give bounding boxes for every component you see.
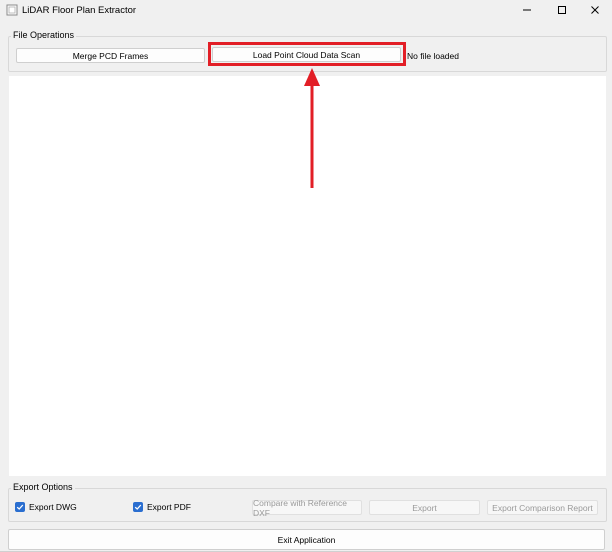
close-icon: [591, 6, 599, 14]
app-icon: [6, 4, 18, 16]
checkbox-checked-icon: [133, 502, 143, 512]
minimize-icon: [523, 9, 531, 11]
close-button[interactable]: [578, 0, 612, 20]
window-title: LiDAR Floor Plan Extractor: [22, 5, 137, 16]
export-options-title: Export Options: [11, 482, 75, 492]
export-pdf-checkbox[interactable]: Export PDF: [133, 502, 191, 512]
exit-application-button[interactable]: Exit Application: [8, 529, 605, 550]
highlight-box: [208, 42, 406, 66]
title-bar: LiDAR Floor Plan Extractor: [0, 0, 612, 20]
export-pdf-label: Export PDF: [147, 502, 191, 512]
compare-reference-dxf-button[interactable]: Compare with Reference DXF: [252, 498, 362, 518]
arrow-up-icon: [304, 68, 320, 188]
maximize-button[interactable]: [545, 0, 579, 20]
export-comparison-report-button[interactable]: Export Comparison Report: [487, 500, 598, 515]
export-dwg-checkbox[interactable]: Export DWG: [15, 502, 77, 512]
export-dwg-label: Export DWG: [29, 502, 77, 512]
checkbox-checked-icon: [15, 502, 25, 512]
minimize-button[interactable]: [510, 0, 544, 20]
file-status-label: No file loaded: [407, 51, 459, 61]
merge-pcd-frames-button[interactable]: Merge PCD Frames: [16, 48, 205, 63]
maximize-icon: [558, 6, 566, 14]
export-button[interactable]: Export: [369, 500, 480, 515]
file-operations-title: File Operations: [11, 30, 77, 40]
